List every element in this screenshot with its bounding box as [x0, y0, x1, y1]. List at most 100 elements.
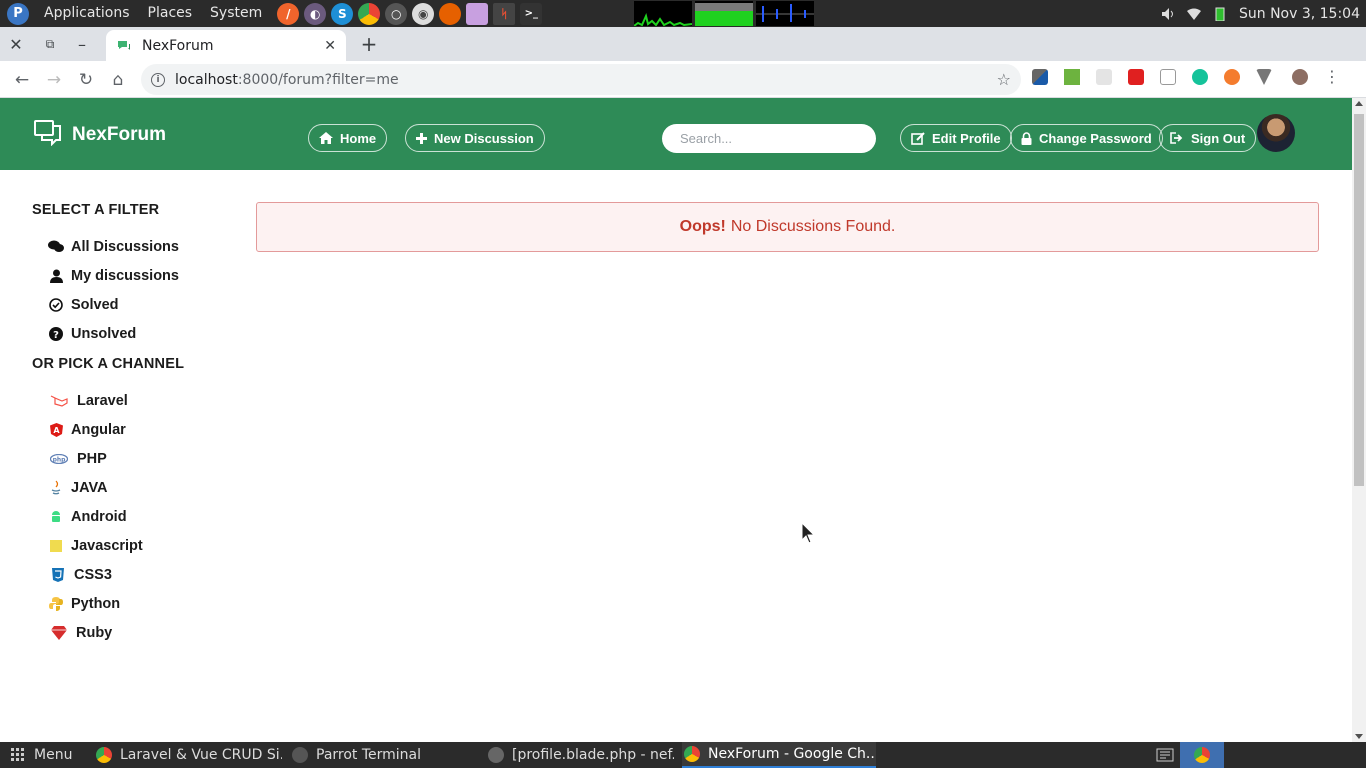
extension-grammarly-icon[interactable] [1192, 69, 1208, 85]
channel-label: Laravel [77, 392, 128, 409]
clock[interactable]: Sun Nov 3, 15:04 [1239, 6, 1360, 22]
scroll-up-icon[interactable] [1355, 101, 1363, 106]
channel-label: JAVA [71, 479, 108, 496]
forum-favicon-icon [116, 38, 132, 54]
menu-applications[interactable]: Applications [35, 0, 139, 27]
filter-solved[interactable]: Solved [32, 290, 232, 319]
channel-python[interactable]: Python [32, 589, 232, 618]
launcher-firefox-icon[interactable] [439, 2, 462, 25]
java-icon [48, 480, 64, 496]
extension-grid-icon[interactable] [1096, 69, 1112, 85]
launcher-chrome-icon[interactable] [358, 2, 381, 25]
channel-php[interactable]: php PHP [32, 444, 232, 473]
taskbar-item-label: [profile.blade.php - nef... [512, 747, 674, 763]
apps-grid-icon [10, 747, 26, 763]
edit-profile-button[interactable]: Edit Profile [900, 124, 1012, 152]
filter-label: All Discussions [71, 238, 179, 255]
javascript-icon [48, 538, 64, 554]
new-tab-icon[interactable]: + [356, 27, 382, 61]
editor-icon [488, 747, 504, 763]
channel-laravel[interactable]: Laravel [32, 386, 232, 415]
address-bar[interactable]: i localhost:8000/forum?filter=me ☆ [141, 64, 1021, 95]
browser-menu-icon[interactable]: ⋮ [1324, 69, 1340, 85]
channel-heading: OR PICK A CHANNEL [32, 356, 185, 372]
extension-red-icon[interactable] [1128, 69, 1144, 85]
channel-label: Python [71, 595, 121, 612]
site-info-icon[interactable]: i [151, 72, 165, 87]
chrome-icon [684, 746, 700, 762]
user-avatar[interactable] [1257, 114, 1295, 152]
edit-icon [911, 131, 925, 145]
launcher-editor-icon[interactable] [466, 2, 489, 25]
page-scrollbar[interactable] [1352, 98, 1366, 742]
taskbar-item-editor[interactable]: [profile.blade.php - nef... [488, 742, 674, 768]
forward-icon[interactable]: → [40, 66, 68, 94]
volume-icon[interactable] [1161, 7, 1175, 21]
reload-icon[interactable]: ↻ [72, 66, 100, 94]
launcher-terminal-icon[interactable]: >_ [520, 2, 543, 25]
home-label: Home [340, 130, 377, 146]
extension-vue-icon[interactable] [1256, 69, 1272, 85]
extension-download-icon[interactable] [1064, 69, 1080, 85]
launcher-chromium-icon[interactable]: ○ [385, 2, 408, 25]
chrome-icon [96, 747, 112, 763]
extension-text-icon[interactable] [1160, 69, 1176, 85]
taskbar-item-laravel-vue[interactable]: Laravel & Vue CRUD Si... [96, 742, 282, 768]
user-icon [48, 268, 64, 284]
filter-my-discussions[interactable]: My discussions [32, 261, 232, 290]
os-top-panel: P Applications Places System / ◐ S ○ ◉ ᛋ… [0, 0, 1366, 27]
tab-close-icon[interactable]: ✕ [324, 38, 336, 54]
url-text: localhost:8000/forum?filter=me [175, 71, 399, 88]
new-discussion-button[interactable]: New Discussion [405, 124, 545, 152]
svg-text:?: ? [53, 330, 59, 341]
battery-icon[interactable] [1213, 7, 1227, 21]
launcher-git-icon[interactable]: ᛋ [493, 2, 516, 25]
extension-devtools-icon[interactable] [1032, 69, 1048, 85]
change-password-button[interactable]: Change Password [1010, 124, 1163, 152]
filter-unsolved[interactable]: ? Unsolved [32, 319, 232, 348]
sign-out-button[interactable]: Sign Out [1159, 124, 1257, 152]
taskbar-item-nexforum[interactable]: NexForum - Google Ch... [682, 742, 876, 768]
search-input[interactable] [662, 124, 876, 153]
home-icon[interactable]: ⌂ [104, 66, 132, 94]
workspace-chrome-icon[interactable] [1180, 742, 1224, 768]
workspace-icon[interactable] [1156, 742, 1174, 768]
home-button[interactable]: Home [308, 124, 388, 152]
taskbar-menu[interactable]: Menu [10, 742, 72, 768]
browser-tab[interactable]: NexForum ✕ [106, 30, 346, 61]
filter-all-discussions[interactable]: All Discussions [32, 232, 232, 261]
menu-system[interactable]: System [201, 0, 271, 27]
window-close-icon[interactable]: ✕ [0, 27, 32, 61]
window-minimize-icon[interactable]: – [66, 27, 98, 61]
channel-javascript[interactable]: Javascript [32, 531, 232, 560]
channel-angular[interactable]: A Angular [32, 415, 232, 444]
brand[interactable]: NexForum [34, 120, 166, 150]
launcher-tor-icon[interactable]: ◐ [304, 2, 327, 25]
scroll-down-icon[interactable] [1355, 734, 1363, 739]
change-password-label: Change Password [1039, 130, 1152, 146]
channel-ruby[interactable]: Ruby [32, 618, 232, 647]
window-restore-icon[interactable]: ⧉ [34, 27, 66, 61]
browser-tab-strip: ✕ ⧉ – NexForum ✕ + [0, 27, 1366, 61]
profile-avatar-icon[interactable] [1292, 69, 1308, 85]
launcher-burp-icon[interactable]: / [277, 2, 300, 25]
channel-css3[interactable]: CSS3 [32, 560, 232, 589]
parrot-logo-icon[interactable]: P [7, 2, 29, 25]
channel-android[interactable]: Android [32, 502, 232, 531]
taskbar-item-terminal[interactable]: Parrot Terminal [292, 742, 472, 768]
extension-orange-icon[interactable] [1224, 69, 1240, 85]
wifi-icon[interactable] [1186, 7, 1201, 21]
system-monitors [634, 1, 814, 26]
channel-java[interactable]: JAVA [32, 473, 232, 502]
menu-places[interactable]: Places [139, 0, 202, 27]
bookmark-star-icon[interactable]: ☆ [997, 70, 1011, 89]
svg-text:A: A [53, 426, 60, 435]
back-icon[interactable]: ← [8, 66, 36, 94]
brand-logo-icon [34, 120, 62, 150]
scrollbar-thumb[interactable] [1354, 114, 1364, 486]
sign-out-icon [1170, 132, 1184, 144]
channel-label: Android [71, 508, 127, 525]
launcher-camera-icon[interactable]: ◉ [412, 2, 435, 25]
launcher-skype-icon[interactable]: S [331, 2, 354, 25]
question-circle-icon: ? [48, 326, 64, 342]
